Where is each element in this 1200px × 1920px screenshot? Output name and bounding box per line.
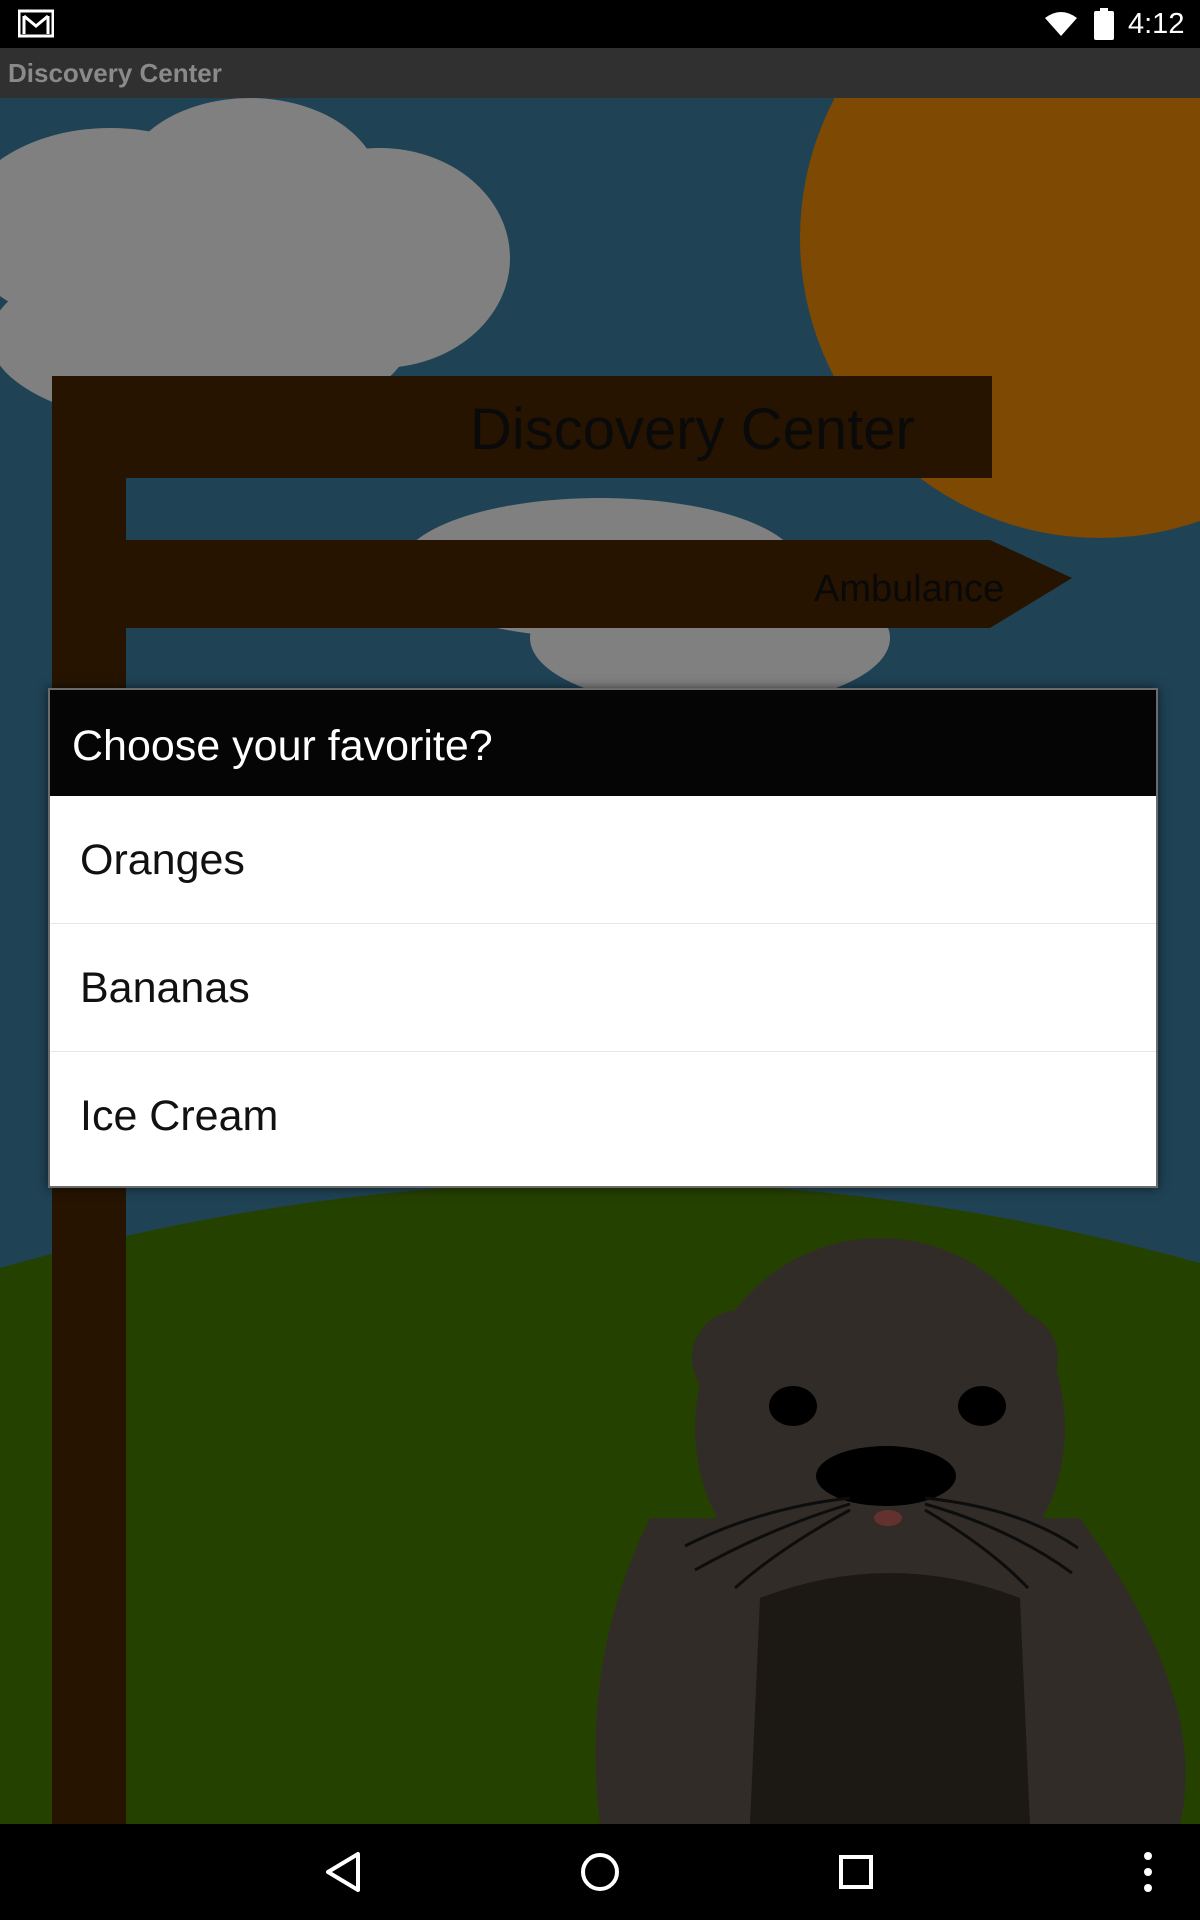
app-title-bar: Discovery Center: [0, 48, 1200, 98]
gmail-icon: [18, 9, 54, 38]
option-bananas[interactable]: Bananas: [50, 924, 1156, 1052]
recents-icon[interactable]: [826, 1844, 886, 1900]
home-icon[interactable]: [570, 1844, 630, 1900]
dialog-title: Choose your favorite?: [72, 722, 493, 770]
option-label: Oranges: [80, 836, 245, 884]
status-clock: 4:12: [1128, 8, 1185, 40]
status-bar: 4:12: [0, 0, 1200, 48]
back-icon[interactable]: [314, 1844, 374, 1900]
overflow-menu-icon[interactable]: [1118, 1844, 1178, 1900]
option-oranges[interactable]: Oranges: [50, 796, 1156, 924]
choice-dialog: Choose your favorite? Oranges Bananas Ic…: [48, 688, 1158, 1188]
wifi-icon: [1045, 12, 1077, 36]
navigation-bar: [0, 1824, 1200, 1920]
battery-icon: [1094, 8, 1114, 40]
app-title: Discovery Center: [8, 58, 222, 88]
option-ice-cream[interactable]: Ice Cream: [50, 1052, 1156, 1180]
option-label: Ice Cream: [80, 1092, 279, 1140]
option-label: Bananas: [80, 964, 250, 1012]
dialog-header: Choose your favorite?: [50, 690, 1156, 796]
